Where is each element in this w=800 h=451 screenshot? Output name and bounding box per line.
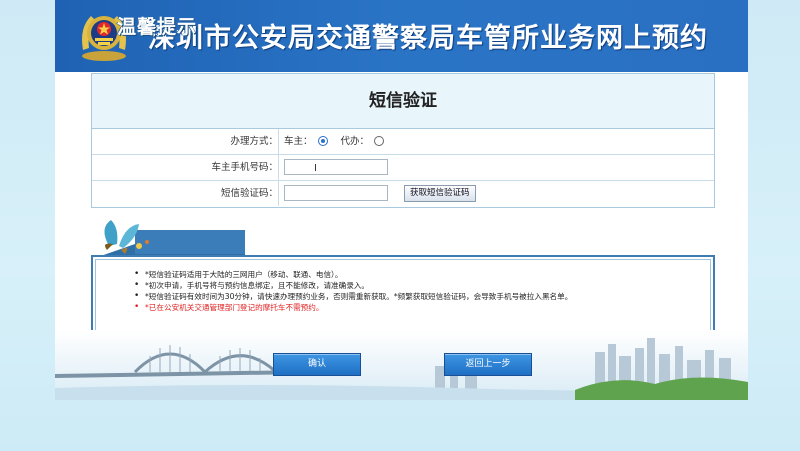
tips-box: *短信验证码适用于大陆的三网用户（移动、联通、电信）。 *初次申请，手机号将与预… (91, 255, 715, 341)
sms-verification-panel: 短信验证 办理方式： 车主： 代办： 车主手机号码： I 短信验证码： 获取短信… (91, 73, 715, 208)
text-cursor-icon: I (314, 163, 317, 174)
phone-label: 车主手机号码： (92, 155, 279, 180)
page-frame: 深圳市公安局交通警察局车管所业务网上预约 短信验证 办理方式： 车主： 代办： … (55, 0, 748, 400)
tip-item: *初次申请，手机号将与预约信息绑定，且不能修改，请准确录入。 (134, 280, 713, 291)
butterfly-banner-icon (95, 220, 245, 258)
radio-agent[interactable] (374, 136, 385, 146)
sms-code-input[interactable] (284, 185, 388, 201)
tip-item-warning: *已在公安机关交通管理部门登记的摩托车不需预约。 (134, 302, 713, 313)
row-sms-code: 短信验证码： 获取短信验证码 (92, 181, 714, 206)
panel-title: 短信验证 (92, 74, 714, 129)
row-method: 办理方式： 车主： 代办： (92, 129, 714, 155)
phone-input[interactable]: I (284, 159, 388, 175)
get-sms-code-button[interactable]: 获取短信验证码 (404, 185, 476, 202)
city-bridge-illustration (55, 330, 748, 400)
method-options: 车主： 代办： (284, 129, 394, 154)
page-title: 深圳市公安局交通警察局车管所业务网上预约 (148, 23, 708, 54)
sms-code-label: 短信验证码： (92, 181, 279, 206)
radio-owner[interactable] (317, 136, 328, 146)
option-agent-label: 代办： (340, 136, 370, 147)
method-label: 办理方式： (92, 129, 279, 154)
tips-title: 温馨提示 (117, 16, 198, 38)
row-phone: 车主手机号码： I (92, 155, 714, 181)
option-owner-label: 车主： (284, 136, 313, 147)
tip-item: *短信验证码有效时间为30分钟，请快速办理预约业务，否则需重新获取。*频繁获取短… (134, 291, 713, 302)
tip-item: *短信验证码适用于大陆的三网用户（移动、联通、电信）。 (134, 269, 713, 280)
back-button[interactable]: 返回上一步 (444, 353, 532, 376)
confirm-button[interactable]: 确认 (273, 353, 361, 376)
